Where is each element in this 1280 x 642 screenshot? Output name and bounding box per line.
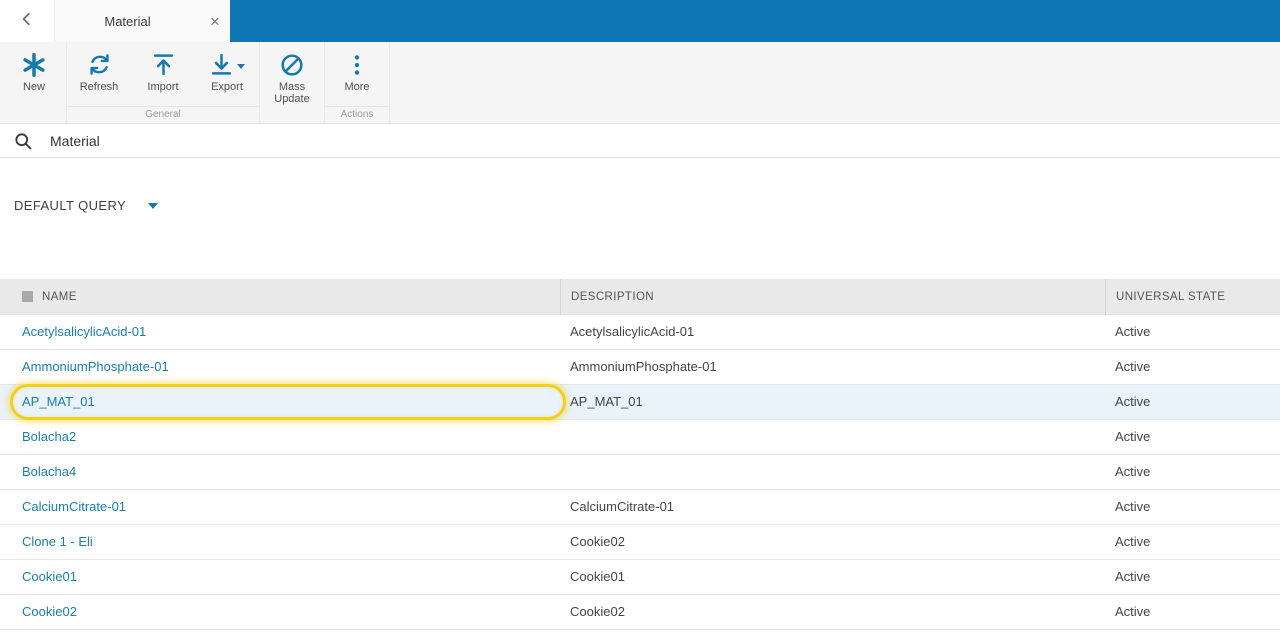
cell-universal-state: Active bbox=[1115, 604, 1151, 619]
material-link[interactable]: Cookie01 bbox=[22, 569, 77, 584]
search-row bbox=[0, 124, 1280, 158]
cell-name: CalciumCitrate-01 bbox=[0, 490, 560, 524]
ribbon-button-label: New bbox=[22, 81, 45, 93]
cell-name: Bolacha4 bbox=[0, 455, 560, 489]
query-selector[interactable]: DEFAULT QUERY bbox=[14, 196, 159, 214]
material-link[interactable]: AmmoniumPhosphate-01 bbox=[22, 359, 169, 374]
column-header-label: UNIVERSAL STATE bbox=[1116, 290, 1226, 303]
table-row[interactable]: AmmoniumPhosphate-01 AmmoniumPhosphate-01… bbox=[0, 350, 1280, 385]
ribbon-group-general: Refresh Import Export General bbox=[67, 42, 260, 123]
ribbon-group-label: Actions bbox=[325, 106, 389, 123]
ribbon: New Refresh Import Export General Mass Update… bbox=[0, 42, 1280, 124]
column-header-label: DESCRIPTION bbox=[571, 290, 654, 303]
cell-name: AcetylsalicylicAcid-01 bbox=[0, 315, 560, 349]
cell-description: Cookie01 bbox=[570, 569, 625, 584]
table-row[interactable]: Bolacha4 Active bbox=[0, 455, 1280, 490]
materials-table: NAME DESCRIPTION UNIVERSAL STATE Acetyls… bbox=[0, 278, 1280, 630]
cell-universal-state: Active bbox=[1115, 499, 1151, 514]
cell-universal-state: Active bbox=[1115, 534, 1151, 549]
back-button[interactable] bbox=[0, 0, 54, 42]
column-header-description[interactable]: DESCRIPTION bbox=[560, 278, 1105, 315]
cell-universal-state: Active bbox=[1115, 464, 1151, 479]
ribbon-group-actions: More Actions bbox=[325, 42, 390, 123]
cell-universal-state: Active bbox=[1115, 324, 1151, 339]
material-link[interactable]: Bolacha4 bbox=[22, 464, 76, 479]
tab-bar: Material × bbox=[0, 0, 1280, 42]
ribbon-button-import[interactable]: Import bbox=[131, 42, 195, 106]
chevron-left-icon bbox=[18, 10, 36, 33]
table-row[interactable]: CalciumCitrate-01 CalciumCitrate-01 Active bbox=[0, 490, 1280, 525]
ribbon-button-label: Export bbox=[211, 81, 243, 93]
material-link[interactable]: CalciumCitrate-01 bbox=[22, 499, 126, 514]
content: DEFAULT QUERY NAME DESCRIPTION UNIVERSAL… bbox=[0, 158, 1280, 630]
tab-material[interactable]: Material × bbox=[54, 0, 230, 42]
table-row[interactable]: AcetylsalicylicAcid-01 AcetylsalicylicAci… bbox=[0, 315, 1280, 350]
material-link[interactable]: Clone 1 - Eli bbox=[22, 534, 93, 549]
ribbon-button-label: Mass Update bbox=[274, 81, 310, 105]
material-link[interactable]: Bolacha2 bbox=[22, 429, 76, 444]
table-row[interactable]: Cookie01 Cookie01 Active bbox=[0, 560, 1280, 595]
cell-description: AP_MAT_01 bbox=[570, 394, 643, 409]
cell-universal-state: Active bbox=[1115, 394, 1151, 409]
ribbon-button-refresh[interactable]: Refresh bbox=[67, 42, 131, 106]
ribbon-button-label: Refresh bbox=[79, 81, 119, 93]
column-header-universal-state[interactable]: UNIVERSAL STATE bbox=[1105, 278, 1280, 315]
ribbon-button-mass-update[interactable]: Mass Update bbox=[260, 42, 324, 106]
asterisk-icon bbox=[21, 51, 47, 78]
ribbon-group: New bbox=[2, 42, 67, 123]
cell-description: AcetylsalicylicAcid-01 bbox=[570, 324, 695, 339]
cell-name: Cookie01 bbox=[0, 560, 560, 594]
tab-title: Material bbox=[104, 13, 151, 29]
cell-description bbox=[560, 455, 1105, 489]
mass-update-icon bbox=[279, 51, 305, 78]
search-input[interactable] bbox=[48, 131, 448, 150]
more-icon bbox=[344, 51, 370, 78]
table-body: AcetylsalicylicAcid-01 AcetylsalicylicAci… bbox=[0, 315, 1280, 630]
cell-universal-state: Active bbox=[1115, 429, 1151, 444]
cell-description: Cookie02 bbox=[570, 604, 625, 619]
refresh-icon bbox=[87, 51, 112, 78]
cell-description: CalciumCitrate-01 bbox=[570, 499, 675, 514]
cell-name: Clone 1 - Eli bbox=[0, 525, 560, 559]
ribbon-group: Mass Update bbox=[260, 42, 325, 123]
column-header-name[interactable]: NAME bbox=[0, 279, 560, 315]
cell-name: Bolacha2 bbox=[0, 420, 560, 454]
cell-description: Cookie02 bbox=[570, 534, 625, 549]
ribbon-group-label: General bbox=[67, 106, 259, 123]
close-icon[interactable]: × bbox=[200, 13, 230, 30]
select-all-checkbox-icon[interactable] bbox=[22, 291, 33, 302]
tab-strip: Material × bbox=[0, 0, 230, 42]
query-label: DEFAULT QUERY bbox=[14, 197, 127, 213]
dropdown-caret-icon[interactable] bbox=[237, 64, 245, 69]
material-link[interactable]: AP_MAT_01 bbox=[22, 394, 95, 409]
ribbon-group-label bbox=[2, 106, 66, 123]
ribbon-button-new[interactable]: New bbox=[2, 42, 66, 106]
table-row[interactable]: Cookie02 Cookie02 Active bbox=[0, 595, 1280, 630]
cell-description bbox=[560, 420, 1105, 454]
title-bar-fill bbox=[230, 0, 1280, 42]
table-row[interactable]: AP_MAT_01 AP_MAT_01 Active bbox=[0, 383, 1280, 420]
cell-description: AmmoniumPhosphate-01 bbox=[570, 359, 717, 374]
cell-universal-state: Active bbox=[1115, 359, 1151, 374]
cell-universal-state: Active bbox=[1115, 569, 1151, 584]
search-icon[interactable] bbox=[13, 131, 33, 151]
table-row[interactable]: Bolacha2 Active bbox=[0, 420, 1280, 455]
cell-name: Cookie02 bbox=[0, 595, 560, 629]
material-link[interactable]: AcetylsalicylicAcid-01 bbox=[22, 324, 146, 339]
material-link[interactable]: Cookie02 bbox=[22, 604, 77, 619]
ribbon-button-more[interactable]: More bbox=[325, 42, 389, 106]
table-header: NAME DESCRIPTION UNIVERSAL STATE bbox=[0, 278, 1280, 315]
export-icon bbox=[209, 51, 245, 78]
column-header-label: NAME bbox=[42, 290, 77, 303]
cell-name: AmmoniumPhosphate-01 bbox=[0, 350, 560, 384]
ribbon-button-label: More bbox=[344, 81, 370, 93]
ribbon-group-label bbox=[260, 106, 324, 123]
cell-name: AP_MAT_01 bbox=[0, 383, 566, 420]
chevron-down-icon bbox=[148, 203, 159, 209]
ribbon-button-label: Import bbox=[147, 81, 179, 93]
import-icon bbox=[151, 51, 176, 78]
ribbon-button-export[interactable]: Export bbox=[195, 42, 259, 106]
table-row[interactable]: Clone 1 - Eli Cookie02 Active bbox=[0, 525, 1280, 560]
